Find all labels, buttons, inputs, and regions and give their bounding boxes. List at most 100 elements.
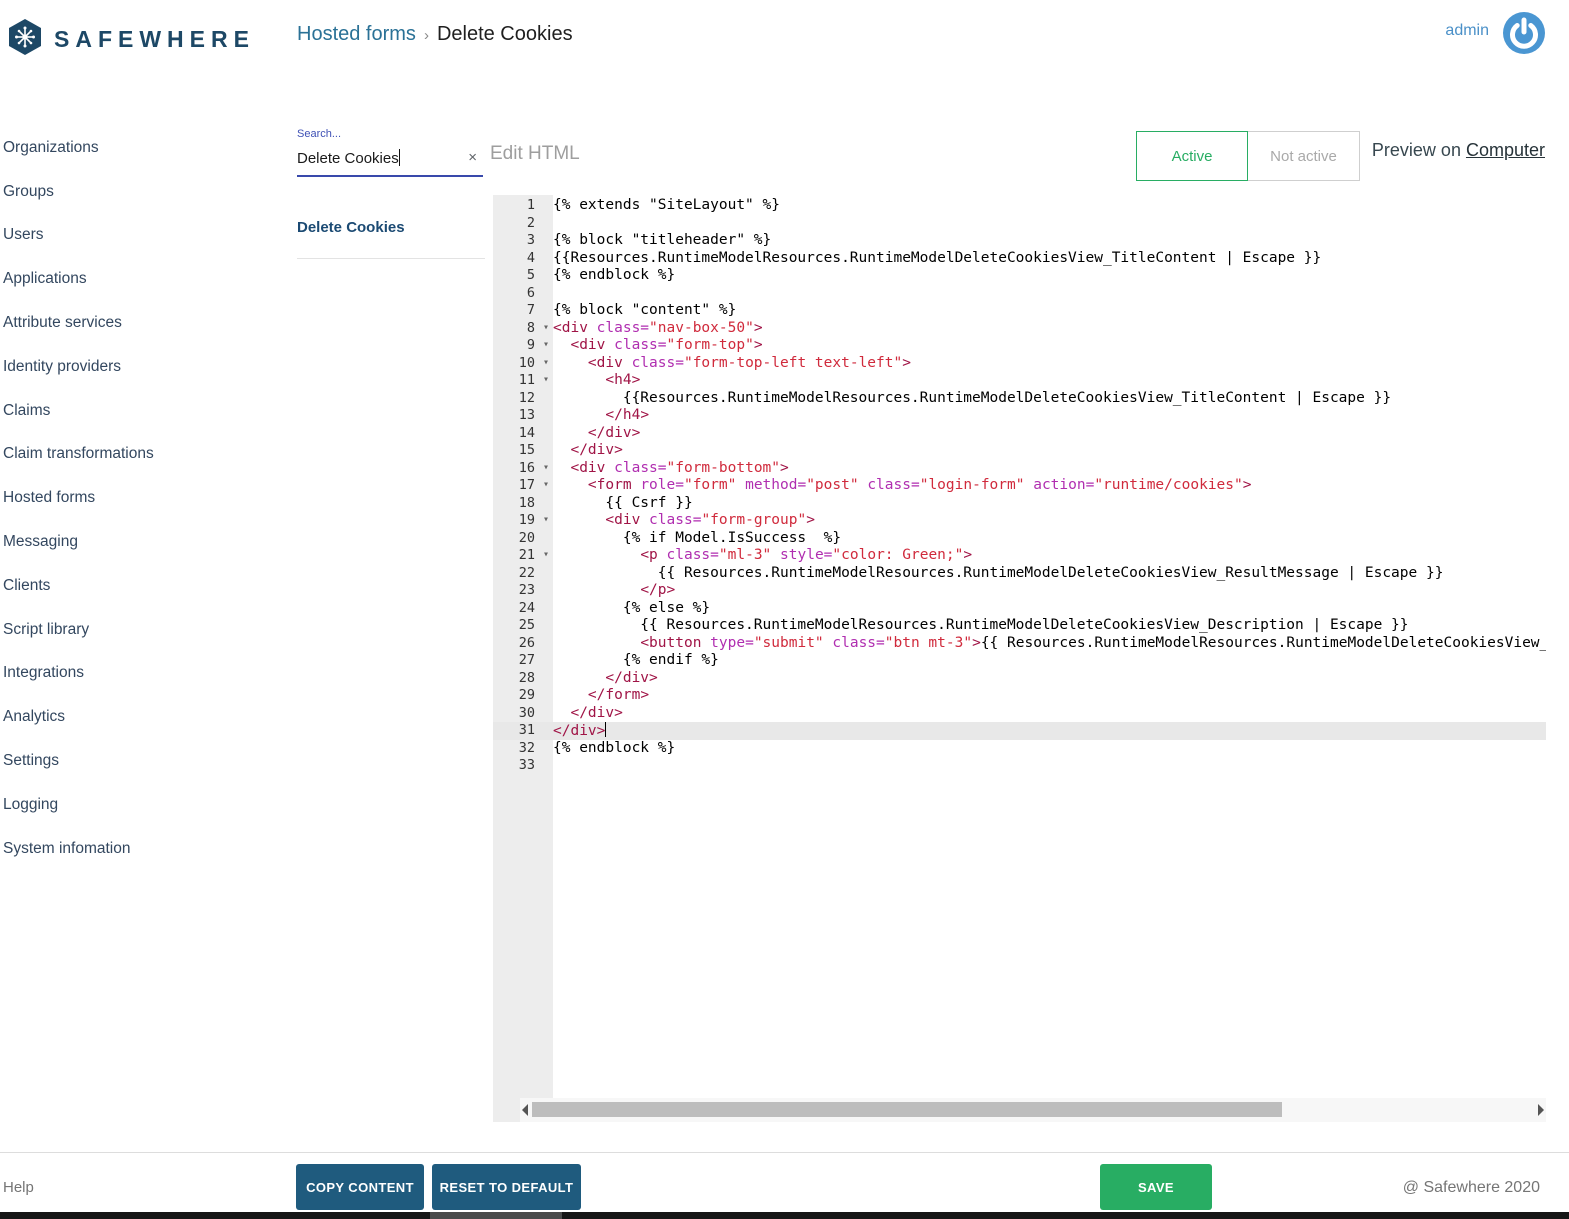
search-input[interactable]: Delete Cookies × [297,146,485,172]
code-line[interactable]: 4 {{Resources.RuntimeModelResources.Runti… [493,250,1546,268]
code-line[interactable]: 22 {{ Resources.RuntimeModelResources.Ru… [493,565,1546,583]
safewhere-admin-page: SAFEWHERE Hosted forms › Delete Cookies … [0,0,1569,1219]
code-line[interactable]: 32 {% endblock %} [493,740,1546,758]
fold-arrow-icon[interactable]: ▾ [543,459,549,477]
scroll-left-arrow-icon[interactable] [522,1104,528,1116]
logout-power-icon[interactable] [1501,10,1547,56]
code-line[interactable]: 17 ▾ <form role="form" method="post" clas… [493,477,1546,495]
preview-computer-link[interactable]: Computer [1466,140,1545,160]
line-number: 3 [526,232,535,248]
scrollbar-thumb[interactable] [532,1102,1282,1117]
copy-content-button[interactable]: COPY CONTENT [296,1164,424,1210]
fold-arrow-icon[interactable]: ▾ [543,336,549,354]
code-line[interactable]: 16 ▾ <div class="form-bottom"> [493,460,1546,478]
code-line[interactable]: 30 </div> [493,705,1546,723]
sidebar-item-settings[interactable]: Settings [0,739,297,783]
line-number: 28 [518,669,535,686]
fold-arrow-icon[interactable]: ▾ [543,511,549,529]
line-number: 32 [518,739,535,756]
code-line[interactable]: 31 </div> [493,722,1546,740]
horizontal-scrollbar[interactable] [520,1098,1546,1122]
sidebar-item-messaging[interactable]: Messaging [0,520,297,564]
active-button[interactable]: Active [1136,131,1248,181]
reset-to-default-button[interactable]: RESET TO DEFAULT [432,1164,581,1210]
code-line[interactable]: 27 {% endif %} [493,652,1546,670]
sidebar-item-analytics[interactable]: Analytics [0,695,297,739]
code-line[interactable]: 6 [493,285,1546,303]
code-line[interactable]: 1 {% extends "SiteLayout" %} [493,197,1546,215]
code-line[interactable]: 15 </div> [493,442,1546,460]
code-line[interactable]: 19 ▾ <div class="form-group"> [493,512,1546,530]
code-line[interactable]: 23 </p> [493,582,1546,600]
screen-edge-strip [0,1212,1569,1219]
code-line[interactable]: 8 ▾ <div class="nav-box-50"> [493,320,1546,338]
sidebar-item-claim-transformations[interactable]: Claim transformations [0,433,297,477]
sidebar-item-integrations[interactable]: Integrations [0,652,297,696]
sidebar-item-applications[interactable]: Applications [0,257,297,301]
code-line[interactable]: 2 [493,215,1546,233]
sidebar-item-groups[interactable]: Groups [0,170,297,214]
scroll-right-arrow-icon[interactable] [1538,1104,1544,1116]
line-number: 10 ▾ [518,354,549,372]
not-active-button[interactable]: Not active [1248,131,1360,181]
brand-name: SAFEWHERE [54,26,255,52]
line-number: 16 ▾ [518,459,549,477]
copyright-text: @ Safewhere 2020 [1402,1179,1540,1196]
line-number: 5 [526,267,535,283]
clear-search-icon[interactable]: × [468,149,477,166]
code-line[interactable]: 21 ▾ <p class="ml-3" style="color: Green;… [493,547,1546,565]
breadcrumb-section-link[interactable]: Hosted forms [297,23,416,46]
search-input-value: Delete Cookies [297,150,399,167]
code-line[interactable]: 3 {% block "titleheader" %} [493,232,1546,250]
code-line[interactable]: 25 {{ Resources.RuntimeModelResources.Ru… [493,617,1546,635]
sidebar-item-organizations[interactable]: Organizations [0,126,297,170]
code-line[interactable]: 11 ▾ <h4> [493,372,1546,390]
code-line[interactable]: 18 {{ Csrf }} [493,495,1546,513]
sidebar-item-logging[interactable]: Logging [0,783,297,827]
fold-arrow-icon[interactable]: ▾ [543,371,549,389]
search-label: Search... [297,128,342,140]
help-link[interactable]: Help [3,1179,34,1196]
sidebar-item-attribute-services[interactable]: Attribute services [0,301,297,345]
save-button[interactable]: SAVE [1100,1164,1212,1210]
code-line[interactable]: 26 <button type="submit" class="btn mt-3… [493,635,1546,653]
line-number: 12 [518,389,535,406]
code-line[interactable]: 33 [493,757,1546,775]
preview-on: Preview on Computer [1371,140,1545,160]
line-number: 22 [518,564,535,581]
sidebar-item-script-library[interactable]: Script library [0,608,297,652]
code-line[interactable]: 28 </div> [493,670,1546,688]
editor-lines[interactable]: 1 {% extends "SiteLayout" %} 2 3 {% block "t… [493,197,1546,775]
sidebar-item-claims[interactable]: Claims [0,389,297,433]
code-line[interactable]: 7 {% block "content" %} [493,302,1546,320]
code-line[interactable]: 10 ▾ <div class="form-top-left text-left"… [493,355,1546,373]
code-line[interactable]: 20 {% if Model.IsSuccess %} [493,530,1546,548]
fold-arrow-icon[interactable]: ▾ [543,319,549,337]
code-line[interactable]: 24 {% else %} [493,600,1546,618]
line-number: 19 ▾ [518,511,549,529]
code-line[interactable]: 14 </div> [493,425,1546,443]
sidebar-item-users[interactable]: Users [0,214,297,258]
sidebar-item-identity-providers[interactable]: Identity providers [0,345,297,389]
breadcrumb: Hosted forms › Delete Cookies [297,23,573,46]
fold-arrow-icon[interactable]: ▾ [543,354,549,372]
line-number: 26 [518,634,535,651]
list-item-delete-cookies[interactable]: Delete Cookies [297,219,485,236]
code-line[interactable]: 9 ▾ <div class="form-top"> [493,337,1546,355]
line-number: 24 [518,599,535,616]
fold-arrow-icon[interactable]: ▾ [543,546,549,564]
sidebar-item-clients[interactable]: Clients [0,564,297,608]
code-line[interactable]: 12 {{Resources.RuntimeModelResources.Run… [493,390,1546,408]
brand[interactable]: SAFEWHERE [8,18,255,61]
code-line[interactable]: 29 </form> [493,687,1546,705]
line-number: 9 ▾ [526,336,549,354]
line-number: 13 [518,407,535,423]
line-number: 18 [518,494,535,511]
search-underline [297,175,483,177]
html-code-editor[interactable]: 1 {% extends "SiteLayout" %} 2 3 {% block "t… [493,195,1546,1122]
sidebar-item-hosted-forms[interactable]: Hosted forms [0,476,297,520]
sidebar-item-system-infomation[interactable]: System infomation [0,827,297,871]
code-line[interactable]: 13 </h4> [493,407,1546,425]
code-line[interactable]: 5 {% endblock %} [493,267,1546,285]
fold-arrow-icon[interactable]: ▾ [543,476,549,494]
